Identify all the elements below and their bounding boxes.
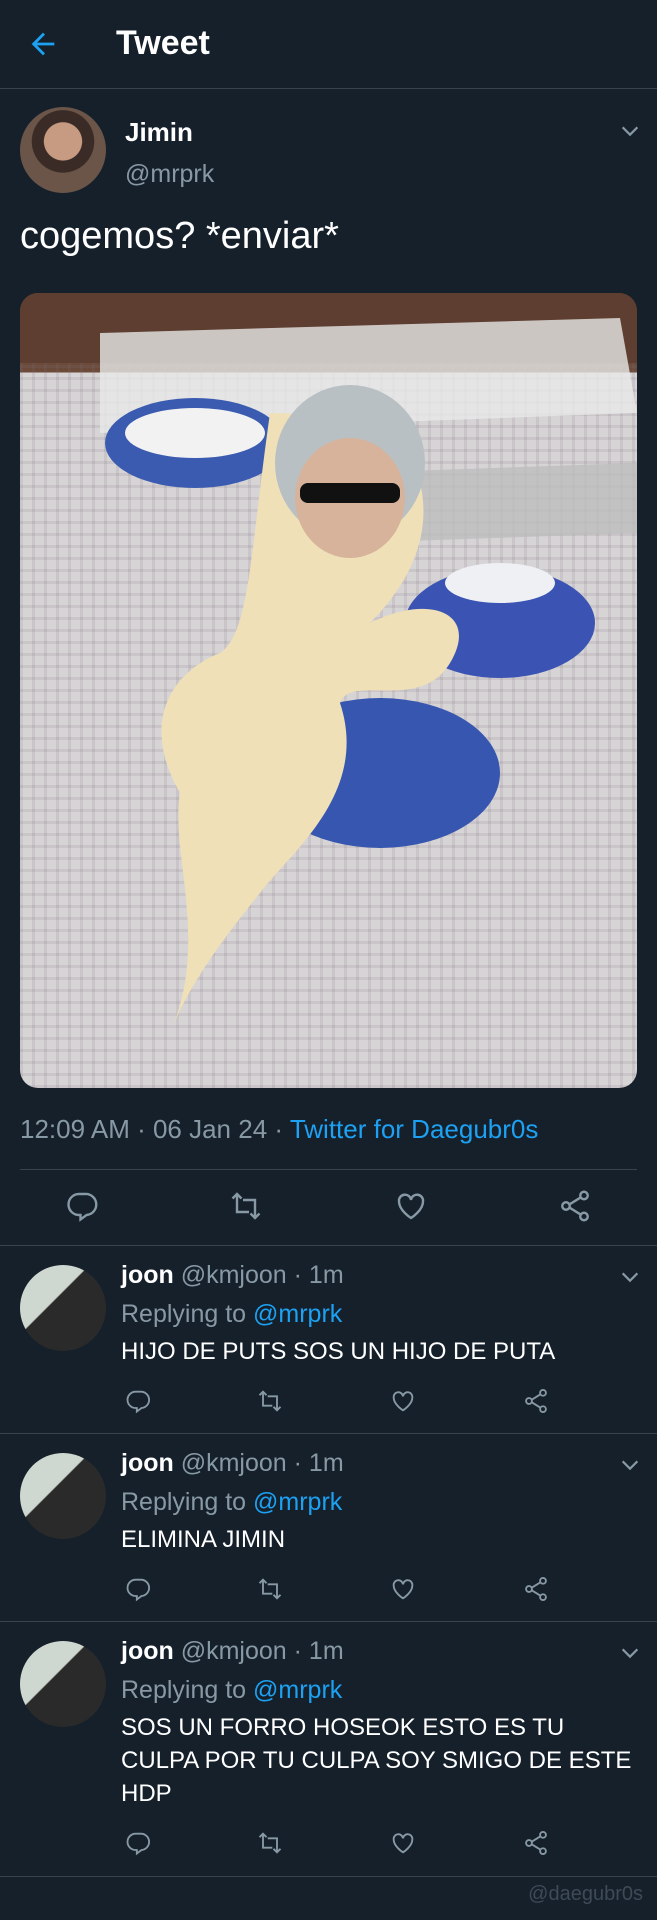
reply-header: joon @kmjoon · 1m [121, 1637, 344, 1666]
reply-header: joon @kmjoon · 1m [121, 1261, 344, 1290]
like-icon[interactable] [389, 1387, 417, 1415]
reply-author-handle[interactable]: @kmjoon [181, 1449, 287, 1477]
reply-age: · 1m [286, 1449, 344, 1477]
author-handle[interactable]: @mrprk [125, 160, 214, 189]
like-icon[interactable] [393, 1188, 429, 1224]
like-icon[interactable] [389, 1575, 417, 1603]
chevron-down-icon[interactable] [619, 1266, 641, 1288]
author-name[interactable]: Jimin [125, 117, 193, 148]
reply-header: joon @kmjoon · 1m [121, 1449, 344, 1478]
tweet-text: cogemos? *enviar* [20, 215, 339, 257]
retweet-icon[interactable] [256, 1829, 284, 1857]
reply-avatar[interactable] [20, 1453, 106, 1539]
page-title: Tweet [116, 24, 210, 62]
share-icon[interactable] [522, 1829, 550, 1857]
replying-to-link[interactable]: @mrprk [253, 1488, 342, 1516]
tweet-image[interactable] [20, 293, 637, 1088]
retweet-icon[interactable] [256, 1387, 284, 1415]
reply-text: SOS UN FORRO HOSEOK ESTO ES TU CULPA POR… [121, 1714, 632, 1807]
chevron-down-icon[interactable] [619, 120, 641, 142]
replying-to-prefix: Replying to [121, 1488, 254, 1516]
share-icon[interactable] [557, 1188, 593, 1224]
divider [0, 1245, 657, 1246]
replying-to-prefix: Replying to [121, 1676, 254, 1704]
reply-author-name[interactable]: joon [121, 1449, 174, 1477]
reply-age: · 1m [286, 1637, 344, 1665]
like-icon[interactable] [389, 1829, 417, 1857]
reply-age: · 1m [286, 1261, 344, 1289]
arrow-left-icon[interactable] [26, 27, 60, 61]
reply-avatar[interactable] [20, 1265, 106, 1351]
retweet-icon[interactable] [228, 1188, 264, 1224]
reply-text: HIJO DE PUTS SOS UN HIJO DE PUTA [121, 1338, 556, 1365]
reply-author-handle[interactable]: @kmjoon [181, 1637, 287, 1665]
replying-to: Replying to @mrprk [121, 1488, 342, 1517]
tweet-timestamp: 12:09 AM · 06 Jan 24 · Twitter for Daegu… [20, 1114, 538, 1145]
divider [0, 1876, 657, 1877]
reply-icon[interactable] [124, 1575, 152, 1603]
chevron-down-icon[interactable] [619, 1642, 641, 1664]
replying-to-link[interactable]: @mrprk [253, 1300, 342, 1328]
timestamp-text: 12:09 AM · 06 Jan 24 · [20, 1114, 290, 1144]
reply-icon[interactable] [64, 1188, 100, 1224]
reply-icon[interactable] [124, 1387, 152, 1415]
reply-text: ELIMINA JIMIN [121, 1526, 286, 1553]
replying-to-link[interactable]: @mrprk [253, 1676, 342, 1704]
replying-to: Replying to @mrprk [121, 1300, 342, 1329]
reply-author-name[interactable]: joon [121, 1637, 174, 1665]
source-link[interactable]: Twitter for Daegubr0s [290, 1114, 539, 1144]
replying-to: Replying to @mrprk [121, 1676, 342, 1705]
share-icon[interactable] [522, 1575, 550, 1603]
divider [0, 1621, 657, 1622]
replying-to-prefix: Replying to [121, 1300, 254, 1328]
reply-author-name[interactable]: joon [121, 1261, 174, 1289]
divider [20, 1169, 637, 1170]
reply-avatar[interactable] [20, 1641, 106, 1727]
chevron-down-icon[interactable] [619, 1454, 641, 1476]
reply-icon[interactable] [124, 1829, 152, 1857]
top-bar: Tweet [0, 0, 657, 89]
reply-author-handle[interactable]: @kmjoon [181, 1261, 287, 1289]
retweet-icon[interactable] [256, 1575, 284, 1603]
watermark: @daegubr0s [528, 1883, 643, 1905]
author-avatar[interactable] [20, 107, 106, 193]
share-icon[interactable] [522, 1387, 550, 1415]
divider [0, 1433, 657, 1434]
